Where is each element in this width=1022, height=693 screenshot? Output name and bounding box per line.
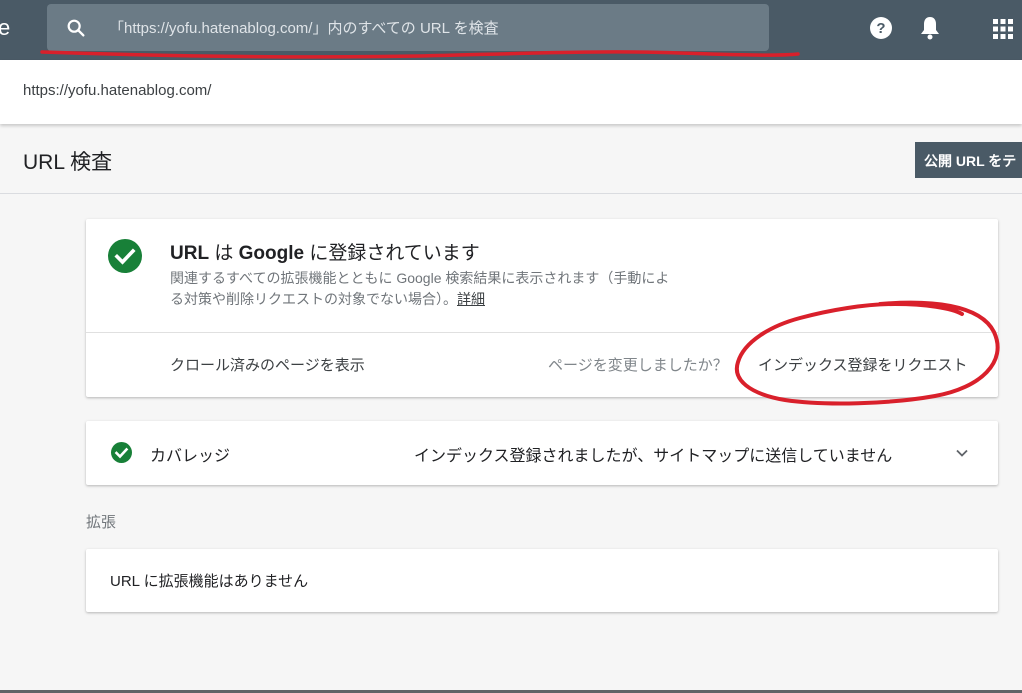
- coverage-status: インデックス登録されましたが、サイトマップに送信していません: [414, 448, 893, 465]
- enhancements-card: URL に拡張機能はありません: [86, 549, 998, 612]
- search-input[interactable]: 「https://yofu.hatenablog.com/」内のすべての URL…: [109, 17, 499, 38]
- test-live-url-button[interactable]: 公開 URL をテ: [915, 142, 1022, 178]
- enhancements-section-label: 拡張: [86, 514, 117, 531]
- no-enhancements-text: URL に拡張機能はありません: [110, 573, 309, 590]
- property-url: https://yofu.hatenablog.com/: [23, 82, 212, 99]
- app-title-fragment: e: [0, 15, 11, 40]
- coverage-card[interactable]: カバレッジ インデックス登録されましたが、サイトマップに送信していません: [86, 421, 998, 485]
- apps-grid-icon[interactable]: [992, 18, 1014, 40]
- bell-icon[interactable]: [918, 15, 942, 41]
- chevron-down-icon[interactable]: [954, 445, 970, 461]
- search-icon[interactable]: [65, 17, 87, 39]
- help-icon[interactable]: ?: [869, 16, 893, 40]
- details-link[interactable]: 詳細: [457, 291, 485, 307]
- index-status-title: URL は Google に登録されています: [170, 243, 480, 264]
- page-changed-question: ページを変更しましたか？: [548, 357, 728, 374]
- divider: [0, 193, 1022, 194]
- property-bar: https://yofu.hatenablog.com/: [0, 60, 1022, 124]
- page-title: URL 検査: [23, 151, 113, 174]
- svg-text:?: ?: [876, 20, 885, 37]
- app-bar: e 「https://yofu.hatenablog.com/」内のすべての U…: [0, 0, 1022, 60]
- coverage-label: カバレッジ: [150, 448, 231, 465]
- red-annotation-circle: [734, 300, 1000, 406]
- check-circle-icon: [108, 239, 142, 273]
- view-crawled-page-button[interactable]: クロール済みのページを表示: [170, 354, 365, 375]
- index-status-description: 関連するすべての拡張機能とともに Google 検索結果に表示されます（手動によ…: [170, 270, 670, 307]
- check-circle-icon: [111, 442, 132, 463]
